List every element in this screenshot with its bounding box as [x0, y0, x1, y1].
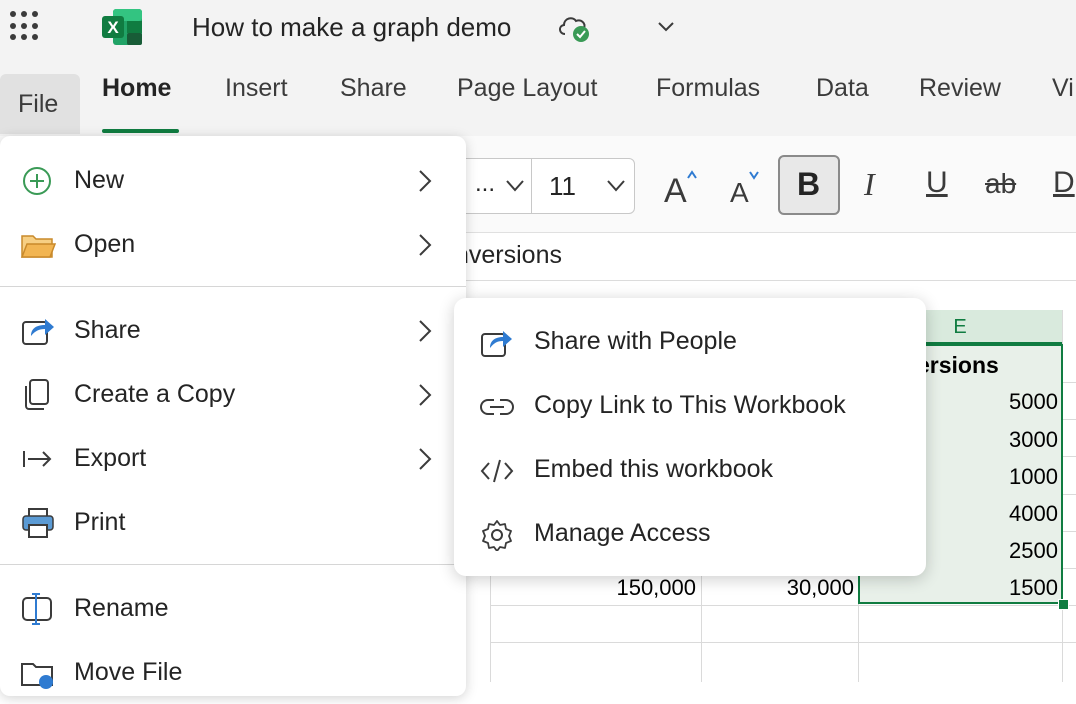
- cell-c-value[interactable]: 150,000: [616, 575, 696, 601]
- code-icon: [480, 459, 514, 483]
- file-menu-rename-label: Rename: [74, 594, 169, 622]
- chevron-right-icon: [419, 384, 432, 406]
- document-title[interactable]: How to make a graph demo: [192, 12, 511, 43]
- fill-handle[interactable]: [1058, 599, 1069, 610]
- font-name-value: ...: [475, 170, 496, 197]
- file-menu-create-copy[interactable]: Create a Copy: [0, 364, 466, 426]
- decrease-font-size-icon[interactable]: A: [728, 166, 768, 208]
- file-menu-open-label: Open: [74, 230, 136, 258]
- file-menu-move-file[interactable]: Move File: [0, 642, 466, 704]
- tab-insert[interactable]: Insert: [225, 74, 288, 103]
- menu-divider: [0, 564, 466, 565]
- plus-circle-icon: [23, 167, 51, 195]
- cloud-saved-icon[interactable]: [556, 10, 592, 44]
- file-menu-new-label: New: [74, 166, 125, 194]
- share-with-people-item[interactable]: Share with People: [454, 312, 926, 374]
- file-menu-share[interactable]: Share: [0, 300, 466, 362]
- excel-logo-letter: X: [107, 18, 119, 37]
- tab-data[interactable]: Data: [816, 74, 869, 103]
- cell-e-value[interactable]: 2500: [1009, 538, 1058, 564]
- rename-icon: [22, 593, 52, 625]
- strikethrough-button[interactable]: ab: [985, 168, 1016, 200]
- tab-review[interactable]: Review: [919, 74, 1001, 103]
- file-menu-print[interactable]: Print: [0, 492, 466, 554]
- chevron-down-icon[interactable]: [654, 17, 678, 37]
- copy-link-label: Copy Link to This Workbook: [534, 391, 846, 419]
- share-arrow-icon: [22, 319, 54, 345]
- file-menu-create-copy-label: Create a Copy: [74, 380, 236, 408]
- svg-text:A: A: [664, 172, 687, 208]
- tab-page-layout[interactable]: Page Layout: [457, 74, 597, 103]
- move-file-icon: [21, 663, 53, 689]
- tab-share[interactable]: Share: [340, 74, 407, 103]
- cell-e-value[interactable]: 1500: [1009, 575, 1058, 601]
- embed-workbook-item[interactable]: Embed this workbook: [454, 440, 926, 502]
- svg-text:A: A: [730, 177, 749, 208]
- formula-bar-content[interactable]: nversions: [455, 241, 562, 270]
- excel-logo-icon[interactable]: X: [101, 8, 143, 46]
- file-menu-rename[interactable]: Rename: [0, 578, 466, 640]
- chevron-right-icon: [419, 320, 432, 342]
- title-bar: X How to make a graph demo: [0, 0, 1076, 56]
- increase-font-size-icon[interactable]: A: [662, 166, 702, 208]
- manage-access-label: Manage Access: [534, 519, 711, 547]
- link-icon: [480, 399, 514, 415]
- underline-button[interactable]: U: [926, 166, 948, 200]
- printer-icon: [22, 508, 54, 538]
- gear-icon: [482, 520, 512, 551]
- italic-button[interactable]: I: [864, 166, 875, 203]
- export-icon: [23, 451, 52, 467]
- cell-d-value[interactable]: 30,000: [787, 575, 854, 601]
- file-menu-move-file-label: Move File: [74, 658, 183, 686]
- copy-link-item[interactable]: Copy Link to This Workbook: [454, 376, 926, 438]
- tab-view[interactable]: Vi: [1052, 74, 1074, 103]
- chevron-right-icon: [419, 234, 432, 256]
- copy-icon: [25, 379, 49, 410]
- file-menu-export-label: Export: [74, 444, 147, 472]
- folder-icon: [20, 235, 56, 258]
- share-arrow-icon: [481, 331, 512, 357]
- font-size-value: 11: [549, 171, 576, 201]
- tab-file-label: File: [18, 90, 59, 118]
- file-menu-share-label: Share: [74, 316, 141, 344]
- chevron-right-icon: [419, 170, 432, 192]
- share-with-people-label: Share with People: [534, 327, 737, 355]
- file-menu: New Open Share Create a Copy Export Prin…: [0, 136, 466, 696]
- app-launcher-icon[interactable]: [8, 9, 42, 43]
- embed-workbook-label: Embed this workbook: [534, 455, 774, 483]
- chevron-down-icon[interactable]: [605, 177, 627, 195]
- chevron-right-icon: [419, 448, 432, 470]
- double-underline-button[interactable]: D: [1053, 166, 1075, 200]
- manage-access-item[interactable]: Manage Access: [454, 504, 926, 566]
- conversions-header-cell[interactable]: ersions: [917, 352, 999, 379]
- cell-e-value[interactable]: 5000: [1009, 389, 1058, 415]
- file-menu-export[interactable]: Export: [0, 428, 466, 490]
- file-menu-open[interactable]: Open: [0, 214, 466, 276]
- cell-e-value[interactable]: 3000: [1009, 427, 1058, 453]
- file-menu-new[interactable]: New: [0, 150, 466, 212]
- tab-home[interactable]: Home: [102, 74, 171, 103]
- active-tab-indicator: [102, 129, 179, 133]
- cell-e-value[interactable]: 4000: [1009, 501, 1058, 527]
- bold-label: B: [797, 166, 821, 202]
- cell-e-value[interactable]: 1000: [1009, 464, 1058, 490]
- tab-formulas[interactable]: Formulas: [656, 74, 760, 103]
- tab-file[interactable]: File: [0, 74, 80, 134]
- chevron-down-icon[interactable]: [504, 177, 526, 195]
- share-submenu: Share with People Copy Link to This Work…: [454, 298, 926, 576]
- file-menu-print-label: Print: [74, 508, 126, 536]
- menu-divider: [0, 286, 466, 287]
